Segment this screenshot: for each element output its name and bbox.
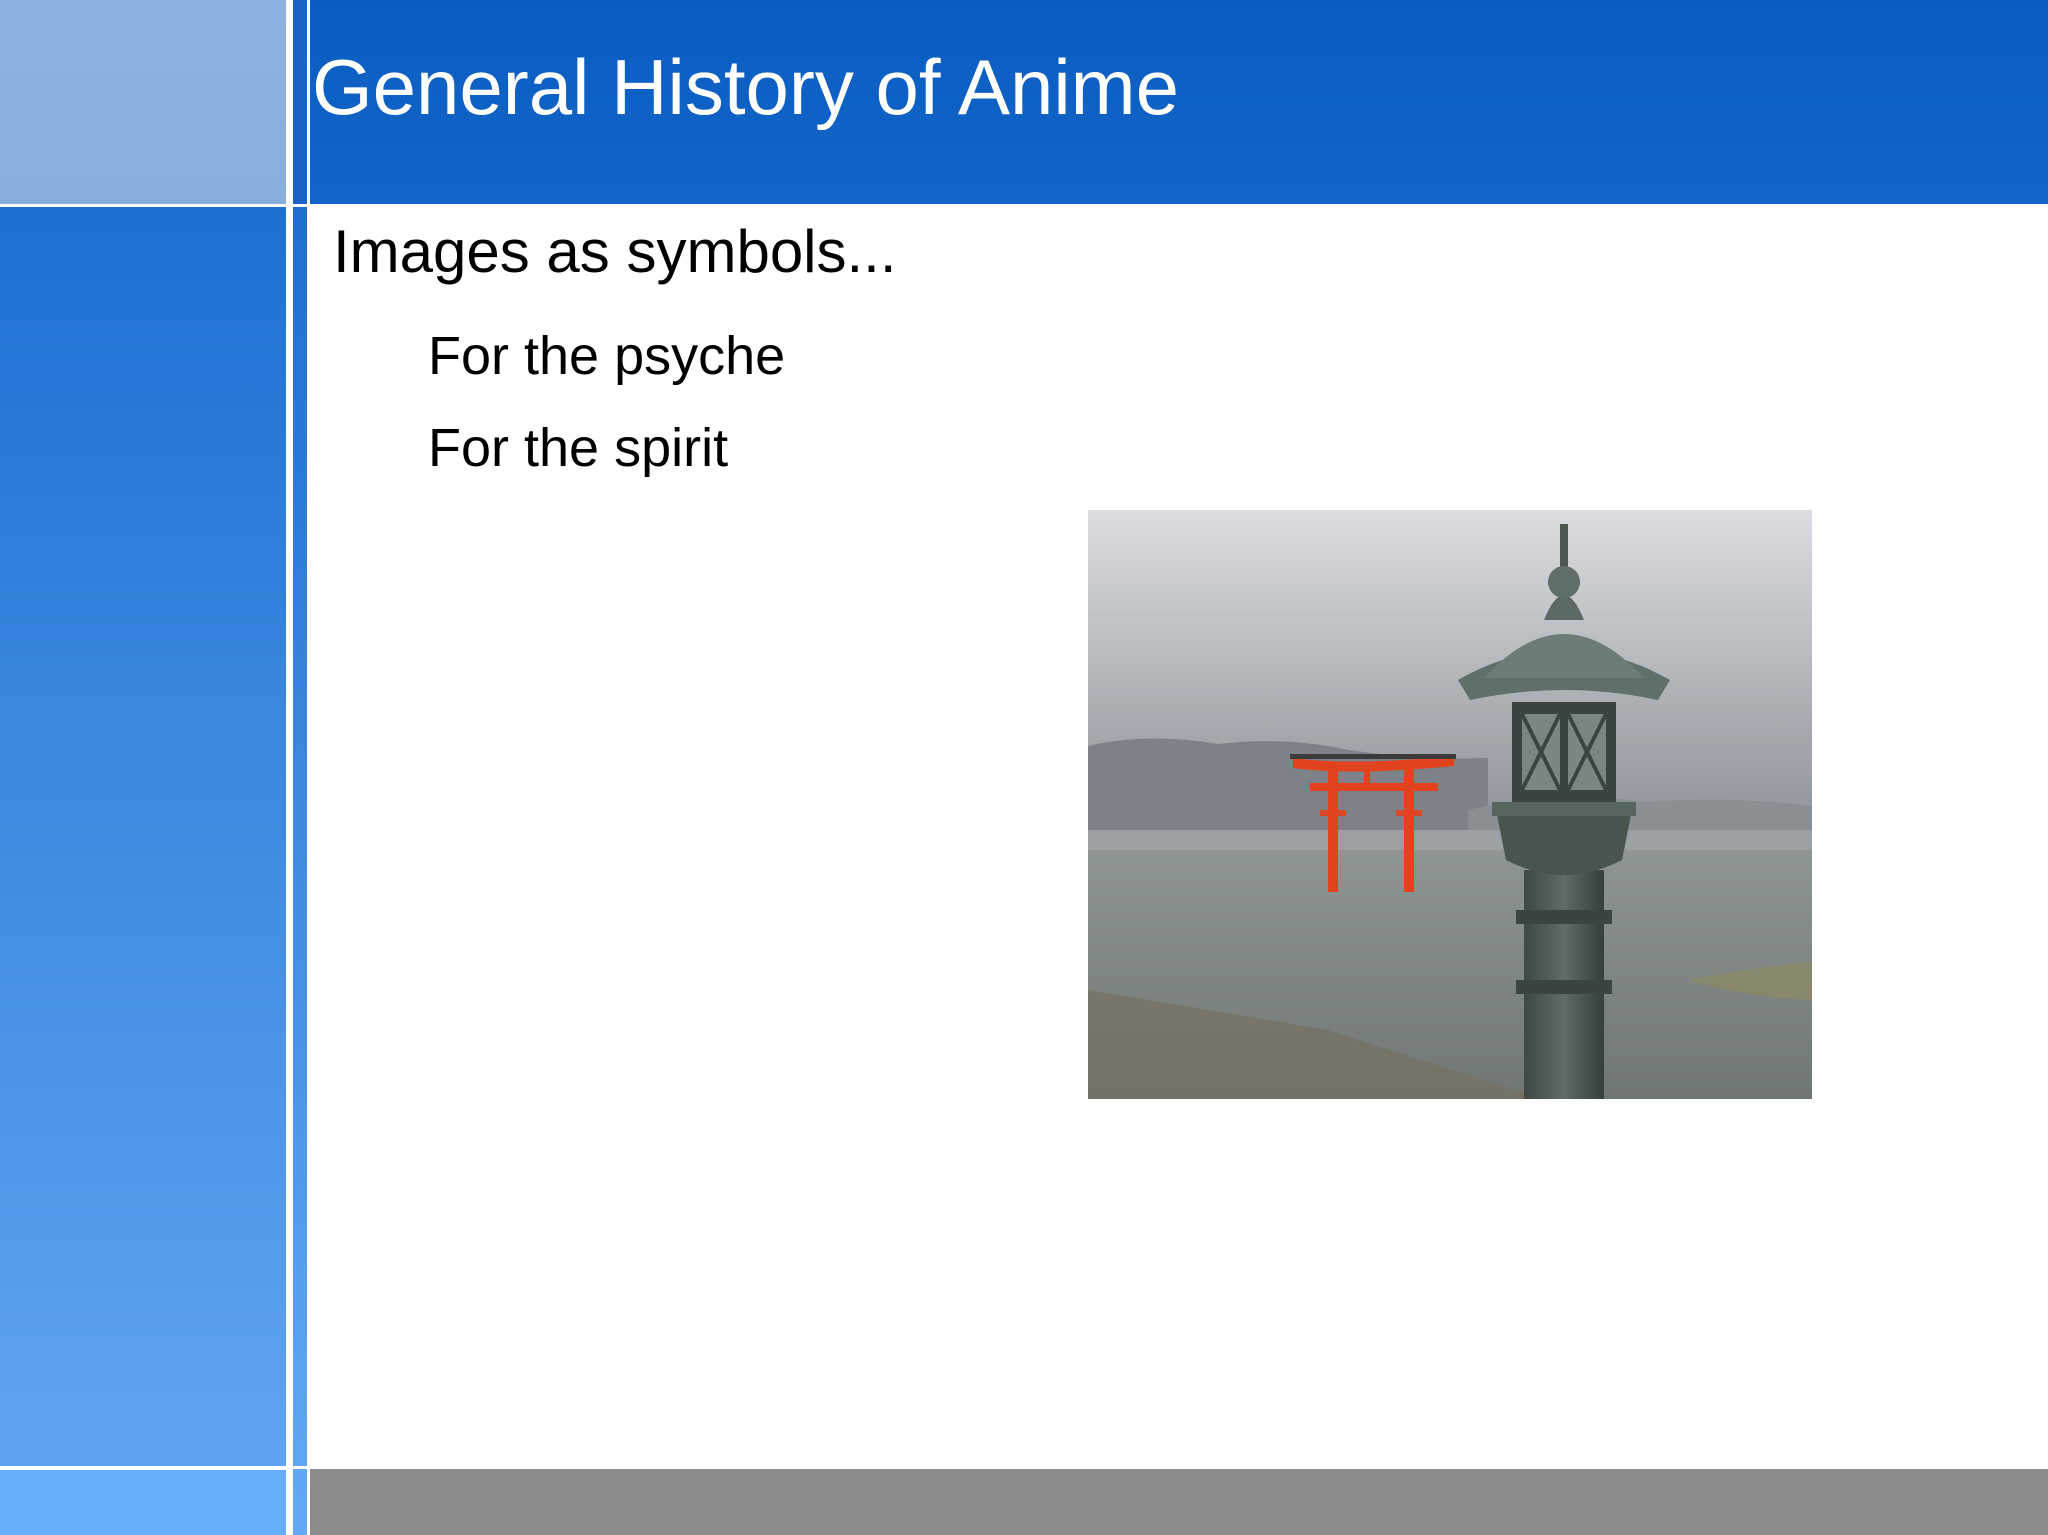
- torii-lantern-photo: [1088, 510, 1812, 1099]
- sidebar-gradient-panel: [0, 205, 286, 1468]
- sidebar-bottom-panel: [0, 1470, 286, 1535]
- sidebar-top-panel: [0, 0, 286, 205]
- slide-title: General History of Anime: [312, 43, 1180, 131]
- sidebar-divider-line: [307, 0, 310, 1535]
- sidebar-rule: [0, 204, 310, 207]
- sidebar-thin-strip: [293, 0, 307, 1535]
- bullet-item: For the spirit: [428, 418, 729, 478]
- bullet-item: For the psyche: [428, 326, 786, 386]
- slide: General History of Anime Images as symbo…: [0, 0, 2048, 1535]
- footer-bar: [310, 1469, 2048, 1535]
- sidebar-divider-line: [286, 0, 292, 1535]
- body-heading: Images as symbols...: [333, 218, 897, 285]
- sidebar-strip-top: [293, 0, 307, 205]
